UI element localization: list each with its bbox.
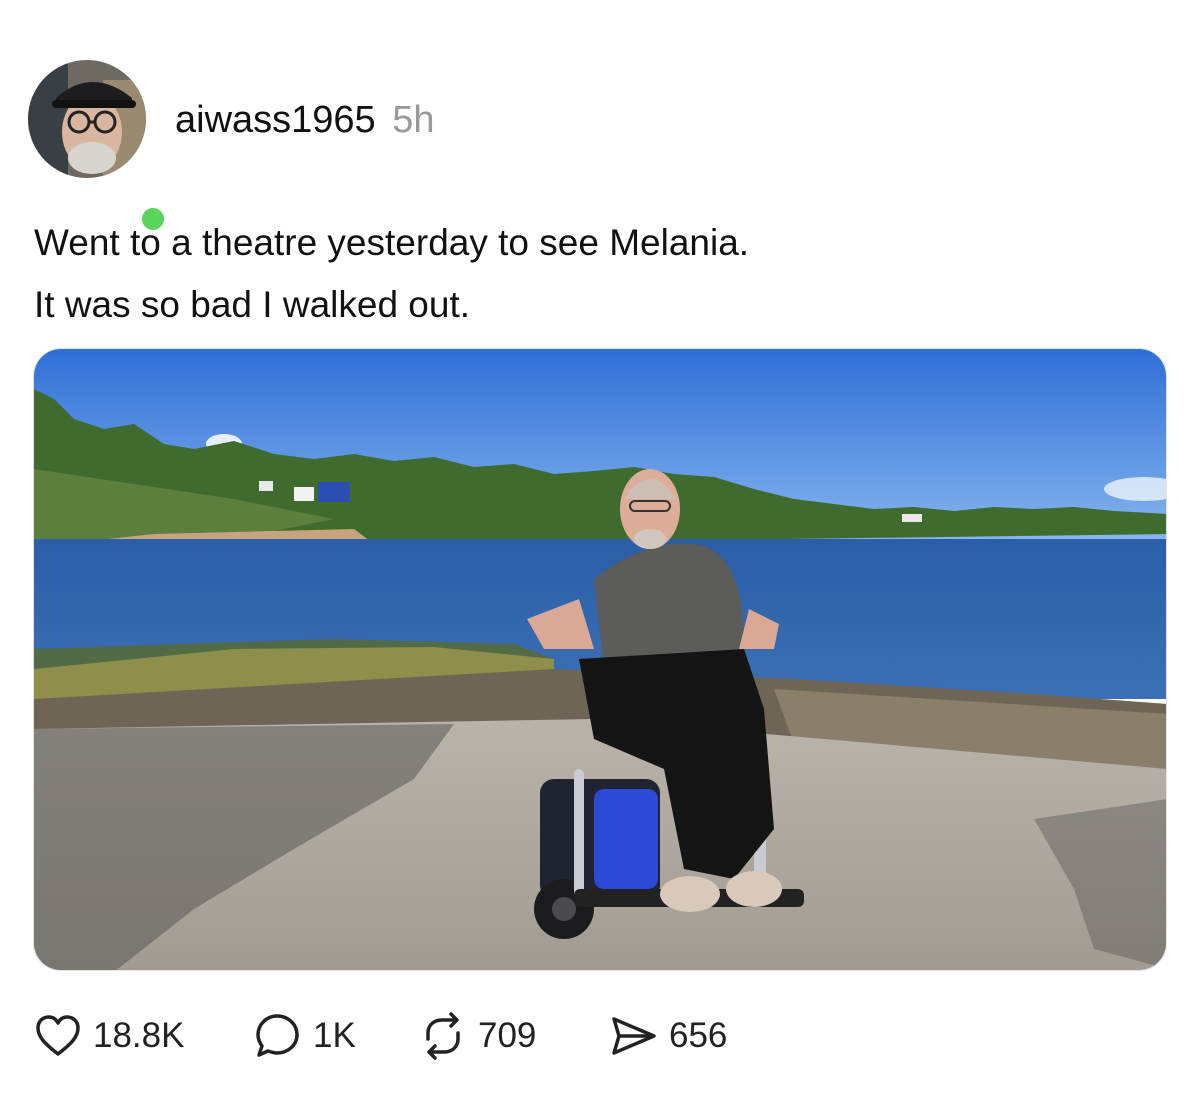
timestamp: 5h [392, 99, 435, 141]
post-card: aiwass1965 5h Went to a theatre yesterda… [0, 0, 1200, 1095]
post-text-line: It was so bad I walked out. [34, 284, 471, 325]
post-photo[interactable] [33, 348, 1167, 971]
photo-scene [34, 349, 1166, 970]
post-header: aiwass1965 5h [175, 98, 435, 142]
repost-count: 709 [478, 1016, 537, 1055]
share-count: 656 [669, 1016, 728, 1055]
avatar-image [28, 60, 146, 178]
reply-count: 1K [313, 1016, 356, 1055]
action-bar: 18.8K 1K 709 656 [33, 1008, 1167, 1064]
username-link[interactable]: aiwass1965 [175, 99, 376, 141]
send-icon [612, 1017, 656, 1055]
like-count: 18.8K [93, 1016, 185, 1055]
repost-button[interactable]: 709 [418, 1008, 536, 1064]
post-text-line: Went to a theatre yesterday to see Melan… [34, 222, 750, 263]
repost-icon [426, 1012, 460, 1060]
reply-button[interactable]: 1K [253, 1008, 356, 1064]
like-button[interactable]: 18.8K [33, 1008, 184, 1064]
heart-icon [36, 1015, 80, 1056]
avatar[interactable] [28, 60, 168, 234]
share-button[interactable]: 656 [609, 1008, 727, 1064]
post-text: Went to a theatre yesterday to see Melan… [34, 212, 749, 336]
comment-icon [256, 1014, 299, 1057]
